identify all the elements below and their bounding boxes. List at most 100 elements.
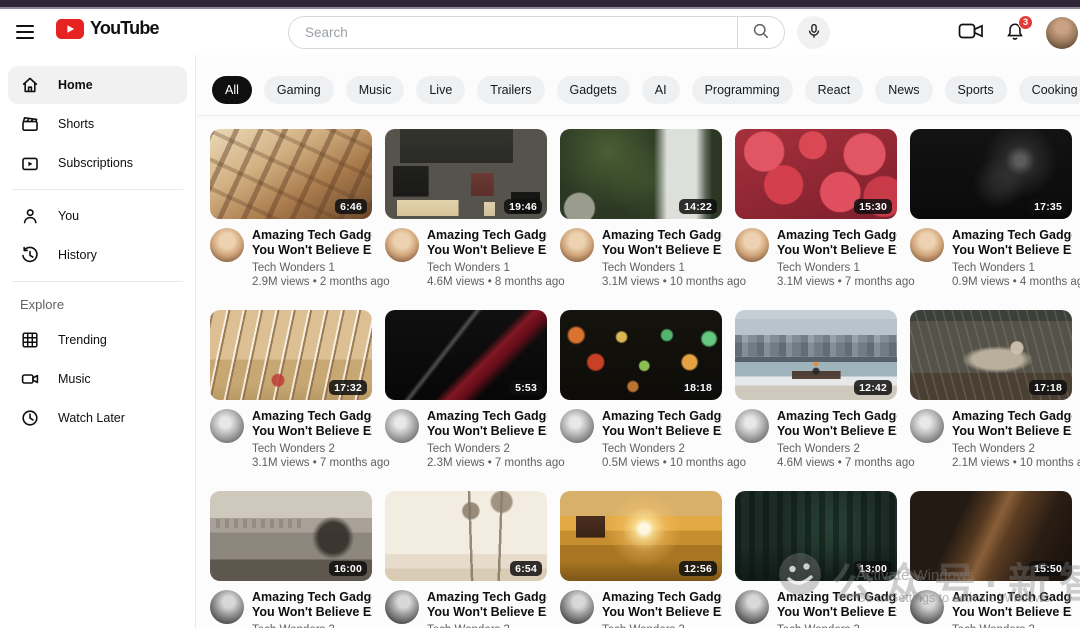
video-thumbnail[interactable]: 16:00 [210, 491, 372, 581]
chip-trailers[interactable]: Trailers [477, 76, 544, 104]
channel-name[interactable]: Tech Wonders 1 [252, 262, 372, 274]
video-title[interactable]: Amazing Tech Gadgets You Won't Believe E… [602, 409, 722, 439]
channel-avatar[interactable] [210, 590, 244, 624]
channel-avatar[interactable] [385, 590, 419, 624]
search-input[interactable] [288, 16, 737, 49]
video-card[interactable]: 6:54 Amazing Tech Gadgets You Won't Beli… [385, 491, 547, 628]
channel-avatar[interactable] [385, 228, 419, 262]
video-thumbnail[interactable]: 6:46 [210, 129, 372, 219]
create-video-button[interactable] [958, 21, 984, 44]
video-card[interactable]: 15:50 Amazing Tech Gadgets You Won't Bel… [910, 491, 1072, 628]
channel-avatar[interactable] [560, 409, 594, 443]
user-avatar[interactable] [1046, 17, 1078, 49]
video-thumbnail[interactable]: 18:18 [560, 310, 722, 400]
video-thumbnail[interactable]: 12:42 [735, 310, 897, 400]
youtube-logo[interactable]: YouTube [56, 18, 159, 39]
sidebar-item-trending[interactable]: Trending [8, 321, 187, 359]
channel-name[interactable]: Tech Wonders 1 [602, 262, 722, 274]
video-title[interactable]: Amazing Tech Gadgets You Won't Believe E… [777, 590, 897, 620]
video-title[interactable]: Amazing Tech Gadgets You Won't Believe E… [252, 228, 372, 258]
channel-name[interactable]: Tech Wonders 1 [952, 262, 1072, 274]
video-card[interactable]: 13:00 Amazing Tech Gadgets You Won't Bel… [735, 491, 897, 628]
chip-gadgets[interactable]: Gadgets [557, 76, 630, 104]
channel-name[interactable]: Tech Wonders 1 [777, 262, 897, 274]
video-title[interactable]: Amazing Tech Gadgets You Won't Believe E… [952, 228, 1072, 258]
sidebar-item-history[interactable]: History [8, 236, 187, 274]
video-thumbnail[interactable]: 5:53 [385, 310, 547, 400]
chip-programming[interactable]: Programming [692, 76, 793, 104]
notifications-button[interactable]: 3 [1004, 20, 1026, 45]
channel-name[interactable]: Tech Wonders 3 [602, 624, 722, 628]
channel-avatar[interactable] [210, 228, 244, 262]
channel-name[interactable]: Tech Wonders 2 [602, 443, 722, 455]
video-card[interactable]: 16:00 Amazing Tech Gadgets You Won't Bel… [210, 491, 372, 628]
voice-search-button[interactable] [797, 16, 830, 49]
sidebar-item-subscriptions[interactable]: Subscriptions [8, 144, 187, 182]
chip-ai[interactable]: AI [642, 76, 680, 104]
channel-avatar[interactable] [735, 409, 769, 443]
video-thumbnail[interactable]: 17:18 [910, 310, 1072, 400]
channel-name[interactable]: Tech Wonders 2 [952, 443, 1072, 455]
video-card[interactable]: 18:18 Amazing Tech Gadgets You Won't Bel… [560, 310, 722, 469]
channel-name[interactable]: Tech Wonders 2 [252, 443, 372, 455]
video-thumbnail[interactable]: 15:50 [910, 491, 1072, 581]
video-card[interactable]: 17:32 Amazing Tech Gadgets You Won't Bel… [210, 310, 372, 469]
chip-sports[interactable]: Sports [945, 76, 1007, 104]
video-title[interactable]: Amazing Tech Gadgets You Won't Believe E… [427, 409, 547, 439]
channel-avatar[interactable] [735, 590, 769, 624]
video-title[interactable]: Amazing Tech Gadgets You Won't Believe E… [427, 228, 547, 258]
channel-avatar[interactable] [735, 228, 769, 262]
video-title[interactable]: Amazing Tech Gadgets You Won't Believe E… [427, 590, 547, 620]
chip-cooking[interactable]: Cooking [1019, 76, 1080, 104]
channel-avatar[interactable] [560, 590, 594, 624]
video-thumbnail[interactable]: 17:32 [210, 310, 372, 400]
video-card[interactable]: 12:56 Amazing Tech Gadgets You Won't Bel… [560, 491, 722, 628]
sidebar-item-watch-later[interactable]: Watch Later [8, 399, 187, 437]
video-thumbnail[interactable]: 14:22 [560, 129, 722, 219]
channel-avatar[interactable] [910, 409, 944, 443]
video-title[interactable]: Amazing Tech Gadgets You Won't Believe E… [952, 590, 1072, 620]
channel-avatar[interactable] [910, 228, 944, 262]
video-card[interactable]: 19:46 Amazing Tech Gadgets You Won't Bel… [385, 129, 547, 288]
video-card[interactable]: 5:53 Amazing Tech Gadgets You Won't Beli… [385, 310, 547, 469]
video-thumbnail[interactable]: 19:46 [385, 129, 547, 219]
channel-avatar[interactable] [385, 409, 419, 443]
video-card[interactable]: 6:46 Amazing Tech Gadgets You Won't Beli… [210, 129, 372, 288]
channel-avatar[interactable] [560, 228, 594, 262]
channel-avatar[interactable] [210, 409, 244, 443]
channel-name[interactable]: Tech Wonders 3 [777, 624, 897, 628]
video-thumbnail[interactable]: 12:56 [560, 491, 722, 581]
video-title[interactable]: Amazing Tech Gadgets You Won't Believe E… [952, 409, 1072, 439]
channel-name[interactable]: Tech Wonders 2 [427, 443, 547, 455]
video-title[interactable]: Amazing Tech Gadgets You Won't Believe E… [252, 590, 372, 620]
video-title[interactable]: Amazing Tech Gadgets You Won't Believe E… [252, 409, 372, 439]
video-card[interactable]: 15:30 Amazing Tech Gadgets You Won't Bel… [735, 129, 897, 288]
video-title[interactable]: Amazing Tech Gadgets You Won't Believe E… [602, 228, 722, 258]
chip-gaming[interactable]: Gaming [264, 76, 334, 104]
chip-music[interactable]: Music [346, 76, 405, 104]
sidebar-item-you[interactable]: You [8, 197, 187, 235]
sidebar-item-home[interactable]: Home [8, 66, 187, 104]
sidebar-item-shorts[interactable]: Shorts [8, 105, 187, 143]
channel-name[interactable]: Tech Wonders 3 [952, 624, 1072, 628]
video-card[interactable]: 17:35 Amazing Tech Gadgets You Won't Bel… [910, 129, 1072, 288]
video-thumbnail[interactable]: 6:54 [385, 491, 547, 581]
channel-name[interactable]: Tech Wonders 3 [427, 624, 547, 628]
chip-news[interactable]: News [875, 76, 932, 104]
video-title[interactable]: Amazing Tech Gadgets You Won't Believe E… [777, 409, 897, 439]
channel-name[interactable]: Tech Wonders 1 [427, 262, 547, 274]
video-title[interactable]: Amazing Tech Gadgets You Won't Believe E… [602, 590, 722, 620]
video-thumbnail[interactable]: 15:30 [735, 129, 897, 219]
chip-live[interactable]: Live [416, 76, 465, 104]
video-card[interactable]: 17:18 Amazing Tech Gadgets You Won't Bel… [910, 310, 1072, 469]
video-thumbnail[interactable]: 17:35 [910, 129, 1072, 219]
video-thumbnail[interactable]: 13:00 [735, 491, 897, 581]
video-title[interactable]: Amazing Tech Gadgets You Won't Believe E… [777, 228, 897, 258]
search-button[interactable] [737, 16, 785, 49]
video-card[interactable]: 12:42 Amazing Tech Gadgets You Won't Bel… [735, 310, 897, 469]
menu-button[interactable] [16, 21, 40, 43]
channel-name[interactable]: Tech Wonders 2 [777, 443, 897, 455]
video-card[interactable]: 14:22 Amazing Tech Gadgets You Won't Bel… [560, 129, 722, 288]
sidebar-item-music[interactable]: Music [8, 360, 187, 398]
chip-all[interactable]: All [212, 76, 252, 104]
